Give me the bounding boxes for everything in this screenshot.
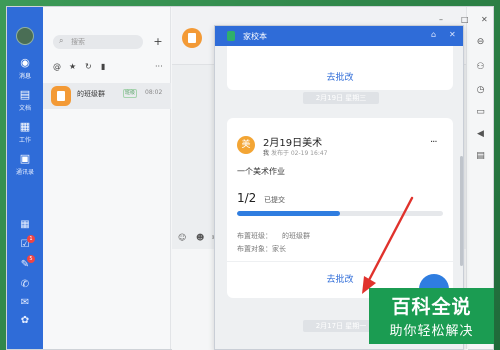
scrollbar[interactable] xyxy=(460,156,463,266)
chat-icon: ◉ xyxy=(20,56,30,69)
clock-icon[interactable]: ◷ xyxy=(475,85,486,96)
previous-card: 去批改 xyxy=(227,46,453,90)
emoji-icon[interactable]: ☺ xyxy=(178,233,186,242)
date-divider: 2月17日 星期一 xyxy=(303,320,379,332)
pin-icon[interactable]: ✎ 5 xyxy=(19,255,35,271)
more-icon[interactable]: ··· xyxy=(155,62,163,71)
nav-item-messages[interactable]: ◉ 消息 xyxy=(7,56,43,81)
target-row: 布置对象：家长 xyxy=(237,244,286,254)
group-avatar xyxy=(51,86,71,106)
nav-item-label: 消息 xyxy=(18,73,31,80)
class-label: 布置班级： xyxy=(237,232,272,240)
panel-close-icon[interactable]: ✕ xyxy=(449,30,456,39)
calendar-icon[interactable]: ▦ xyxy=(19,219,31,231)
contacts-icon: ▣ xyxy=(19,152,31,165)
panel-title: 家校本 xyxy=(243,32,267,41)
nav-item-label: 通讯录 xyxy=(15,169,34,176)
class-row: 布置班级： 的班级群 xyxy=(237,231,310,241)
more-options-icon[interactable]: ··· xyxy=(430,137,437,148)
nav-item-documents[interactable]: ▤ 文档 xyxy=(7,88,43,113)
nav-item-work[interactable]: ▦ 工作 xyxy=(7,120,43,145)
settings-icon[interactable]: ✿ xyxy=(19,315,31,327)
homework-body: 一个美术作业 xyxy=(237,167,285,176)
notebook-icon[interactable]: ▤ xyxy=(475,151,486,162)
todo-badge: 1 xyxy=(27,235,35,243)
search-input[interactable]: ⌕ 搜索 xyxy=(53,35,143,49)
grade-link[interactable]: 去批改 xyxy=(227,70,453,83)
chat-name: 的班级群 xyxy=(77,90,105,98)
list-item[interactable]: 的班级群 班级 08:02 xyxy=(43,83,171,109)
homework-card[interactable]: 美 2月19日美术 我 发布于 02-19 16:47 ··· 一个美术作业 1… xyxy=(227,118,453,298)
more-icon[interactable]: ⊖ xyxy=(475,37,486,48)
filter-bar: @ ★ ↻ ▮ ··· xyxy=(53,62,163,74)
date-divider: 2月19日 星期三 xyxy=(303,92,379,104)
panel-header: 家校本 ⌂ ✕ xyxy=(215,26,463,46)
chat-tag: 班级 xyxy=(123,89,138,98)
folder-icon[interactable]: ▭ xyxy=(475,107,486,118)
class-value: 的班级群 xyxy=(282,232,310,240)
mail-icon[interactable]: ✉ xyxy=(19,297,31,309)
publish-time: 发布于 02-19 16:47 xyxy=(270,150,328,157)
subject-badge: 美 xyxy=(237,136,255,154)
chat-avatar xyxy=(182,28,202,48)
divider xyxy=(227,261,453,262)
nav-rail: ◉ 消息 ▤ 文档 ▦ 工作 ▣ 通讯录 ▦ ☑ 1 ✎ 5 ✆ ✉ ✿ xyxy=(7,7,43,349)
user-avatar[interactable] xyxy=(16,27,34,45)
add-button[interactable]: + xyxy=(151,35,165,49)
star-icon[interactable]: ★ xyxy=(69,62,76,71)
nav-item-label: 工作 xyxy=(18,137,31,144)
smile-icon[interactable]: ☻ xyxy=(196,233,204,242)
nav-item-contacts[interactable]: ▣ 通讯录 xyxy=(7,152,43,177)
watermark-subtitle: 助你轻松解决 xyxy=(389,324,474,339)
close-button[interactable]: ✕ xyxy=(481,15,488,24)
phone-icon[interactable]: ✆ xyxy=(19,279,31,291)
target-value: 家长 xyxy=(272,245,286,253)
minimize-button[interactable]: – xyxy=(439,15,443,24)
file-icon[interactable]: ▮ xyxy=(101,62,105,71)
submit-count: 1/2 xyxy=(237,191,257,205)
chat-time: 08:02 xyxy=(145,89,163,96)
submit-label: 已提交 xyxy=(264,196,285,204)
watermark-title: 百科全说 xyxy=(391,296,472,318)
search-placeholder: 搜索 xyxy=(71,38,85,46)
app-logo-icon xyxy=(227,31,235,41)
pin-badge: 5 xyxy=(27,255,35,263)
nav-item-label: 文档 xyxy=(18,105,31,112)
document-icon: ▤ xyxy=(19,88,31,101)
conversation-list: ⌕ 搜索 + @ ★ ↻ ▮ ··· 的班级群 班级 08:02 xyxy=(43,7,171,349)
refresh-icon[interactable]: ↻ xyxy=(85,62,92,71)
maximize-button[interactable]: □ xyxy=(461,15,469,24)
submit-progress-bar xyxy=(237,211,443,216)
target-label: 布置对象： xyxy=(237,245,272,253)
grid-icon: ▦ xyxy=(19,120,31,133)
progress-fill xyxy=(237,211,340,216)
search-icon: ⌕ xyxy=(59,36,64,45)
homework-title: 2月19日美术 xyxy=(263,138,323,149)
author-name: 我 xyxy=(263,150,270,157)
add-member-icon[interactable]: ⚇ xyxy=(475,62,486,73)
homework-meta: 我 发布于 02-19 16:47 xyxy=(263,148,327,157)
pin-window-icon[interactable]: ⌂ xyxy=(431,30,436,39)
watermark: 百科全说 助你轻松解决 xyxy=(369,288,494,344)
mention-icon[interactable]: @ xyxy=(53,62,61,71)
announcement-icon[interactable]: ◀ xyxy=(475,129,486,140)
todo-icon[interactable]: ☑ 1 xyxy=(19,235,35,251)
